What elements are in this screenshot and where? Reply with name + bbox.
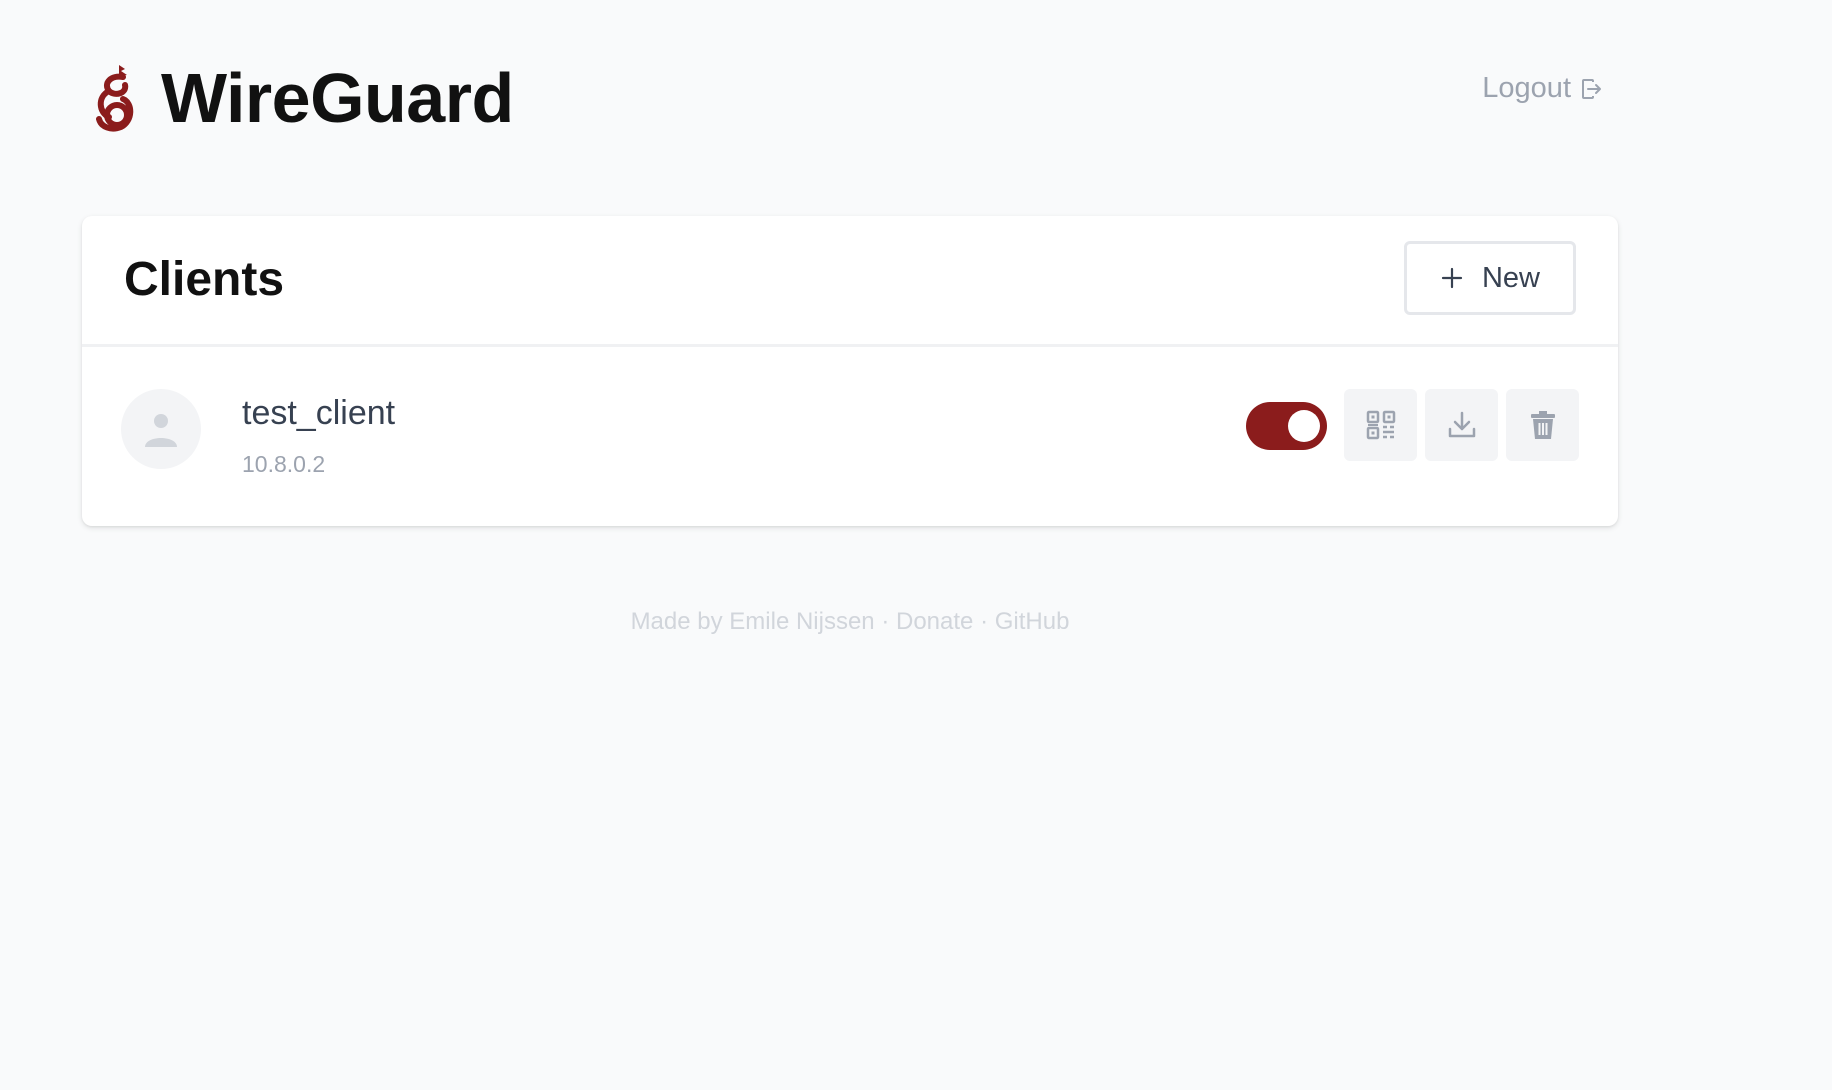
download-config-button[interactable] bbox=[1425, 389, 1498, 461]
wireguard-dragon-icon bbox=[96, 65, 134, 132]
app-title: WireGuard bbox=[161, 59, 514, 137]
client-enable-toggle[interactable] bbox=[1246, 402, 1327, 450]
qr-code-icon bbox=[1366, 410, 1395, 440]
new-button-label: New bbox=[1481, 261, 1540, 294]
logout-icon bbox=[1582, 78, 1601, 99]
plus-icon bbox=[1441, 267, 1463, 289]
toggle-knob bbox=[1288, 410, 1320, 442]
new-client-button[interactable]: New bbox=[1404, 241, 1576, 315]
header: WireGuard Logout bbox=[93, 58, 1603, 138]
footer-separator: · bbox=[881, 608, 890, 635]
user-icon bbox=[145, 414, 177, 447]
footer-separator: · bbox=[980, 608, 989, 635]
donate-link[interactable]: Donate bbox=[896, 608, 973, 635]
client-row: test_client 10.8.0.2 bbox=[82, 347, 1618, 526]
client-name[interactable]: test_client bbox=[242, 394, 395, 433]
page: WireGuard Logout Clients New test_client… bbox=[0, 0, 1832, 1090]
download-icon bbox=[1448, 411, 1475, 438]
clients-title: Clients bbox=[124, 253, 285, 306]
brand: WireGuard bbox=[93, 58, 514, 138]
clients-card: Clients New test_client 10.8.0.2 bbox=[82, 216, 1618, 526]
avatar bbox=[121, 389, 201, 469]
github-link[interactable]: GitHub bbox=[995, 608, 1070, 635]
made-by-text: Made by Emile Nijssen bbox=[630, 608, 875, 635]
client-address: 10.8.0.2 bbox=[242, 451, 326, 477]
logout-link[interactable]: Logout bbox=[1482, 72, 1603, 105]
footer: Made by Emile Nijssen · Donate · GitHub bbox=[0, 608, 1700, 636]
delete-client-button[interactable] bbox=[1506, 389, 1579, 461]
clients-card-header: Clients New bbox=[82, 216, 1618, 347]
logout-label: Logout bbox=[1482, 72, 1571, 104]
trash-icon bbox=[1530, 411, 1555, 439]
show-qr-code-button[interactable] bbox=[1344, 389, 1417, 461]
